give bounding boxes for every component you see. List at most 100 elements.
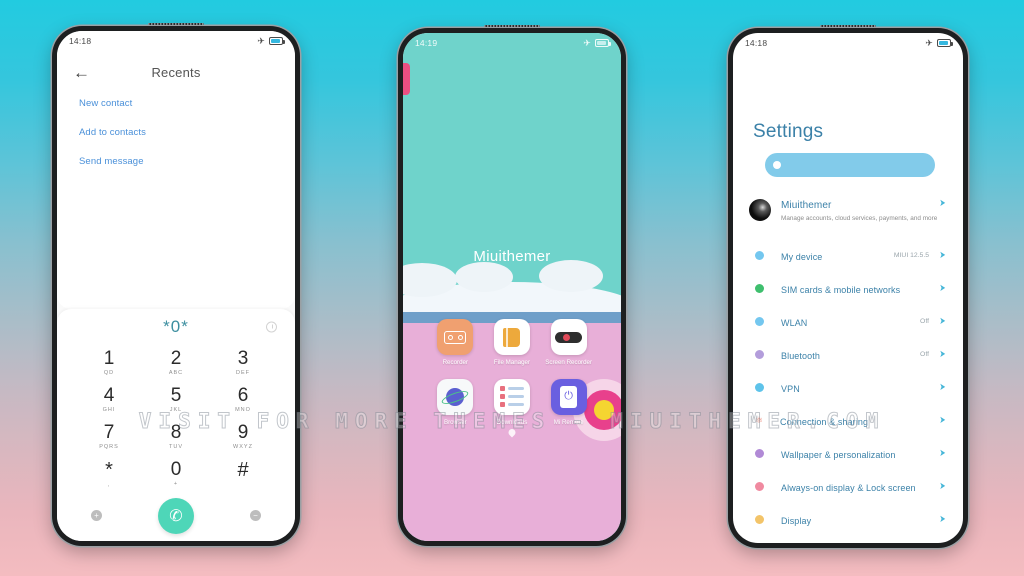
keypad: 1 QD 2 ABC 3 DEF 4 GHI 5 JKL 6 MNO 7 PQR… xyxy=(57,345,295,488)
back-arrow-icon[interactable]: ← xyxy=(73,64,90,81)
wallpaper-cloud xyxy=(455,262,513,293)
settings-title: Settings xyxy=(753,121,824,142)
settings-row-wallpaper[interactable]: Wallpaper & personalization ➤ xyxy=(747,437,949,470)
dialpad-actions: + ✆ − xyxy=(57,497,295,534)
key-letters: PQRS xyxy=(99,443,119,450)
chevron-right-icon: ➤ xyxy=(939,315,946,327)
app-file-manager[interactable]: File Manager xyxy=(484,319,541,367)
settings-row-vpn[interactable]: VPN ➤ xyxy=(747,371,949,404)
settings-row-label: Wallpaper & personalization xyxy=(781,449,896,460)
status-icons: ✈ xyxy=(257,36,285,46)
remove-icon[interactable]: − xyxy=(250,510,261,522)
settings-row-aod-lock-screen[interactable]: Always-on display & Lock screen ➤ xyxy=(747,470,949,503)
chevron-right-icon: ➤ xyxy=(939,348,946,360)
phone-left-screen: 14:18 ✈ ← Recents New contact Add to con… xyxy=(57,31,295,541)
dial-display[interactable]: *0* xyxy=(57,309,295,345)
phone-right-settings: 14:18 ✈ Settings Miuithemer Manage accou… xyxy=(728,24,968,548)
key-1[interactable]: 1 QD xyxy=(83,349,135,376)
key-star[interactable]: * , xyxy=(83,458,135,488)
status-bar-right: 14:18 ✈ xyxy=(733,33,963,53)
key-2[interactable]: 2 ABC xyxy=(150,349,202,376)
airplane-icon: ✈ xyxy=(925,37,933,48)
settings-row-connection-sharing[interactable]: ⚛ Connection & sharing ➤ xyxy=(747,404,949,437)
app-screen-recorder[interactable]: ⏹✕ Screen Recorder xyxy=(540,319,597,367)
status-icons: ✈ xyxy=(925,37,953,48)
app-downloads[interactable]: Downloads xyxy=(484,378,541,427)
edge-pink-tab xyxy=(403,63,410,95)
app-grid: Recorder File Manager ⏹✕ Screen Recorder… xyxy=(403,319,621,427)
screen-recorder-icon: ⏹✕ xyxy=(550,319,587,355)
recorder-icon xyxy=(437,319,474,355)
battery-icon xyxy=(269,37,285,45)
link-add-to-contacts[interactable]: Add to contacts xyxy=(57,118,295,147)
chevron-right-icon: ➤ xyxy=(939,447,946,459)
key-hash[interactable]: # xyxy=(217,458,269,488)
status-icons: ✈ xyxy=(583,37,611,48)
status-dot xyxy=(755,449,764,458)
app-label: Downloads xyxy=(496,418,528,426)
status-dot xyxy=(755,317,764,326)
app-recorder[interactable]: Recorder xyxy=(427,319,484,367)
key-9[interactable]: 9 WXYZ xyxy=(217,422,269,449)
chevron-right-icon: ➤ xyxy=(939,381,946,393)
key-letters: + xyxy=(173,480,179,487)
key-4[interactable]: 4 GHI xyxy=(83,385,135,412)
keypad-row: 1 QD 2 ABC 3 DEF xyxy=(83,349,269,376)
status-bar-middle: 14:19 ✈ xyxy=(403,33,621,53)
key-digit: 5 xyxy=(170,384,182,406)
account-name: Miuithemer xyxy=(781,200,832,211)
browser-icon xyxy=(437,378,474,415)
settings-row-label: Display xyxy=(781,515,812,526)
airplane-icon: ✈ xyxy=(583,37,591,48)
home-theme-label: Miuithemer xyxy=(473,248,551,265)
settings-row-wlan[interactable]: WLAN Off ➤ xyxy=(747,305,949,338)
key-6[interactable]: 6 MNO xyxy=(217,385,269,413)
key-0[interactable]: 0 + xyxy=(150,459,202,488)
phone-right-screen: 14:18 ✈ Settings Miuithemer Manage accou… xyxy=(733,33,963,543)
key-5[interactable]: 5 JKL xyxy=(150,384,202,412)
call-history-icon[interactable] xyxy=(266,321,277,333)
link-send-message[interactable]: Send message xyxy=(57,147,295,176)
status-dot xyxy=(755,482,764,491)
settings-row-label: VPN xyxy=(781,383,800,394)
settings-row-account[interactable]: Miuithemer Manage accounts, cloud servic… xyxy=(747,195,949,239)
chevron-right-icon: ➤ xyxy=(939,198,946,209)
chevron-right-icon: ➤ xyxy=(939,414,946,426)
key-7[interactable]: 7 PQRS xyxy=(83,422,135,450)
chevron-right-icon: ➤ xyxy=(939,513,946,525)
key-letters: ABC xyxy=(168,369,184,376)
settings-row-label: Connection & sharing xyxy=(780,416,869,427)
settings-row-bluetooth[interactable]: Bluetooth Off ➤ xyxy=(747,338,949,371)
key-3[interactable]: 3 DEF xyxy=(217,349,269,376)
search-icon xyxy=(773,161,781,169)
key-digit: * xyxy=(105,458,113,481)
settings-row-sim-cards[interactable]: SIM cards & mobile networks ➤ xyxy=(747,272,949,305)
app-label: Recorder xyxy=(442,359,469,366)
recents-panel: ← Recents New contact Add to contacts Se… xyxy=(57,31,295,309)
settings-row-value: MIUI 12.5.5 xyxy=(893,252,929,259)
call-button[interactable]: ✆ xyxy=(158,497,194,534)
phone-middle-home: 14:19 ✈ Miuithemer Recorder File Manager xyxy=(398,24,626,546)
settings-row-my-device[interactable]: My device MIUI 12.5.5 ➤ xyxy=(747,239,949,272)
settings-row-value: Off xyxy=(920,351,929,358)
app-label: Screen Recorder xyxy=(545,359,593,366)
status-time: 14:18 xyxy=(745,38,768,48)
status-dot xyxy=(755,383,764,392)
key-digit: # xyxy=(237,458,249,481)
recents-header: ← Recents xyxy=(57,55,295,89)
app-label: Mi Remote xyxy=(553,418,584,426)
key-letters: MNO xyxy=(235,406,251,413)
mi-remote-icon: ⏻ xyxy=(550,378,587,415)
account-texts: Miuithemer Manage accounts, cloud servic… xyxy=(781,199,938,223)
phone-left-dialer: 14:18 ✈ ← Recents New contact Add to con… xyxy=(52,22,300,546)
add-contact-icon[interactable]: + xyxy=(91,510,102,522)
key-letters: , xyxy=(107,481,111,488)
home-wallpaper xyxy=(403,33,621,541)
link-new-contact[interactable]: New contact xyxy=(57,89,295,118)
app-label: Browser xyxy=(443,418,467,426)
settings-row-display[interactable]: Display ➤ xyxy=(747,503,949,536)
key-8[interactable]: 8 TUV xyxy=(150,422,202,449)
app-browser[interactable]: Browser xyxy=(427,378,484,427)
search-input[interactable] xyxy=(765,153,935,177)
app-mi-remote[interactable]: ⏻ Mi Remote xyxy=(540,378,597,427)
